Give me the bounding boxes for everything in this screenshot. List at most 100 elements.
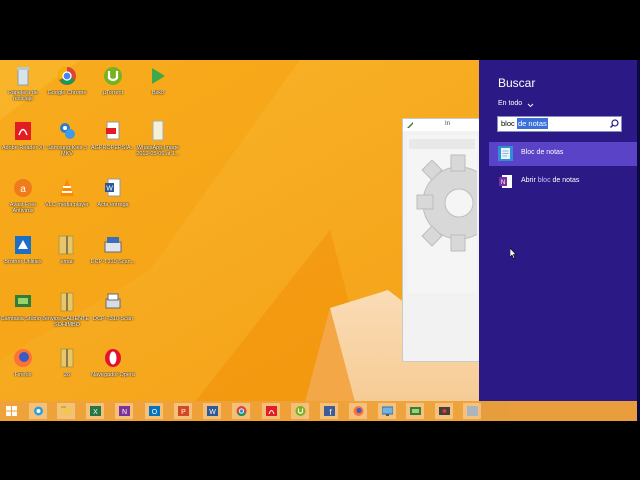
gear-icon xyxy=(407,135,496,293)
printer-icon xyxy=(105,293,121,309)
desktop-icon-samsung-kies[interactable]: Samsung Kies 3 MKV xyxy=(47,118,87,168)
desktop-icon-label: DCP-T310 Scan... xyxy=(90,259,136,265)
desktop-icon-brother-utilities[interactable]: Brother Utilities xyxy=(3,232,43,282)
desktop-icon-vlc[interactable]: VLC media player xyxy=(45,175,89,225)
desktop-icon-camtasia[interactable]: Camtasia Studio 8 xyxy=(1,289,45,339)
app-icon xyxy=(407,122,413,128)
search-icon[interactable] xyxy=(607,117,621,131)
desktop-icon-label: Bsk8 xyxy=(151,90,165,96)
folder-zip-icon xyxy=(60,292,74,312)
desktop-icon-label: email xyxy=(60,259,74,265)
file-explorer-icon xyxy=(61,406,72,415)
word-doc-icon: W xyxy=(105,178,121,197)
desktop-icon-label: VLC media player xyxy=(45,202,89,208)
desktop-icon-label: AGPROPEPSIA... xyxy=(90,145,136,151)
firefox-icon xyxy=(353,406,364,416)
recycle-bin-icon xyxy=(17,67,29,86)
desktop-icon-label: Firefox xyxy=(14,372,32,378)
search-scope-dropdown[interactable]: En todo xyxy=(498,100,522,107)
taskbar-item-camtasia[interactable] xyxy=(406,403,424,419)
desktop-icon-green-arrow-app[interactable]: Bsk8 xyxy=(138,63,178,113)
facebook-icon: f xyxy=(324,406,335,416)
charm-title: Buscar xyxy=(498,76,536,90)
adobe-reader-icon xyxy=(15,122,31,140)
chrome-icon xyxy=(236,406,247,416)
taskbar-item-remote-desktop[interactable] xyxy=(378,403,396,419)
desktop-icon-printer[interactable]: DCP-T310 Scan xyxy=(93,289,133,339)
window-titlebar: In xyxy=(403,119,480,131)
desktop-icon-folder[interactable]: email xyxy=(47,232,87,282)
desktop-icon-label: WhatsApp Image 2019-05-06 at 1... xyxy=(136,145,180,157)
scanner-icon xyxy=(104,237,122,253)
taskbar-item-windows-start[interactable] xyxy=(2,403,20,419)
desktop-icon-label: 28 xyxy=(63,372,71,378)
desktop-icon-utorrent[interactable]: µTorrent xyxy=(93,63,133,113)
image-file-icon xyxy=(152,120,164,141)
desktop-icon-folder-zip[interactable]: 28 xyxy=(47,345,87,395)
camtasia-recorder-icon xyxy=(439,407,450,415)
desktop-icon-label: Papelera de reciclaje xyxy=(8,90,38,102)
desktop-icon-adobe-reader[interactable]: Adobe Reader XI xyxy=(2,118,44,168)
outlook-icon: O xyxy=(149,406,160,416)
taskbar-item-powerpoint[interactable]: P xyxy=(174,403,192,419)
folder-icon xyxy=(58,235,74,255)
desktop-icon-scanner[interactable]: DCP-T310 Scan... xyxy=(91,232,135,282)
background-window[interactable]: In xyxy=(402,118,496,362)
taskbar-item-word[interactable]: W xyxy=(203,403,221,419)
taskbar-item-excel[interactable]: X xyxy=(86,403,104,419)
taskbar-item-utorrent[interactable] xyxy=(291,403,309,419)
desktop-icon-chrome[interactable]: Google Chrome xyxy=(47,63,87,113)
taskbar-item-facebook[interactable]: f xyxy=(320,403,338,419)
onenote-icon: N xyxy=(499,175,512,188)
desktop-icon-avast[interactable]: a Avast Free Antivirus xyxy=(3,175,43,225)
taskbar-item-camtasia-recorder[interactable] xyxy=(435,403,453,419)
svg-text:a: a xyxy=(20,184,26,195)
taskbar-item-chrome[interactable] xyxy=(232,403,250,419)
taskbar-item-outlook[interactable]: O xyxy=(145,403,163,419)
result-label: Bloc de notas xyxy=(521,149,564,156)
desktop-icon-opera[interactable]: Navegador Opera xyxy=(91,345,135,395)
taskbar-item-firefox[interactable] xyxy=(349,403,367,419)
taskbar-item-internet-explorer[interactable] xyxy=(29,403,47,419)
result-prefix: Abrir xyxy=(521,177,538,184)
adobe-reader-icon xyxy=(266,406,277,416)
chrome-icon xyxy=(58,67,76,85)
svg-text:W: W xyxy=(209,409,216,416)
onenote-icon: N xyxy=(119,406,130,416)
desktop-icon-label: Google Chrome xyxy=(47,90,87,96)
taskbar-item-file-explorer[interactable] xyxy=(57,403,75,419)
taskbar-item-app[interactable] xyxy=(463,403,481,419)
window-title: In xyxy=(445,121,451,127)
camtasia-icon xyxy=(410,407,421,415)
search-result-bloc-de-notas[interactable]: Bloc de notas xyxy=(489,142,640,166)
search-query-selection: de notas xyxy=(517,118,548,129)
desktop-icon-folder-zip[interactable]: envios CALIENTE SOHIMBO xyxy=(45,289,89,339)
powerpoint-icon: P xyxy=(178,406,189,416)
svg-text:N: N xyxy=(122,409,127,416)
desktop-icon-label: µTorrent xyxy=(102,90,124,96)
windows-start-icon xyxy=(6,406,17,416)
word-icon: W xyxy=(207,406,218,416)
desktop-icon-label: Samsung Kies 3 MKV xyxy=(46,145,88,157)
svg-text:P: P xyxy=(181,409,186,416)
svg-text:W: W xyxy=(106,186,113,193)
desktop-icon-label: Avast Free Antivirus xyxy=(9,202,37,214)
desktop-icon-image-file[interactable]: WhatsApp Image 2019-05-06 at 1... xyxy=(136,118,180,168)
desktop-icon-pdf-file[interactable]: AGPROPEPSIA... xyxy=(91,118,135,168)
desktop-icon-label: Acta entrega xyxy=(97,202,129,208)
taskbar-item-adobe-reader[interactable] xyxy=(262,403,280,419)
taskbar-item-onenote[interactable]: N xyxy=(115,403,133,419)
excel-icon: X xyxy=(90,406,101,416)
search-input[interactable]: bloc de notas xyxy=(497,116,622,132)
app-icon xyxy=(467,406,478,416)
taskbar: X N O P Wf xyxy=(0,401,640,421)
samsung-kies-icon xyxy=(60,123,75,139)
svg-text:X: X xyxy=(93,409,98,416)
result-label: Abrir bloc de notas xyxy=(521,177,579,184)
desktop-icon-firefox[interactable]: Firefox xyxy=(3,345,43,395)
desktop-icon-word-doc[interactable]: W Acta entrega xyxy=(93,175,133,225)
search-result-abrir-bloc-de-notas[interactable]: N Abrir bloc de notas xyxy=(489,170,640,194)
chevron-down-icon[interactable] xyxy=(527,101,534,109)
desktop-icon-recycle-bin[interactable]: Papelera de reciclaje xyxy=(3,63,43,113)
desktop-screen: Papelera de reciclaje Google Chrome µTorre… xyxy=(0,60,640,421)
